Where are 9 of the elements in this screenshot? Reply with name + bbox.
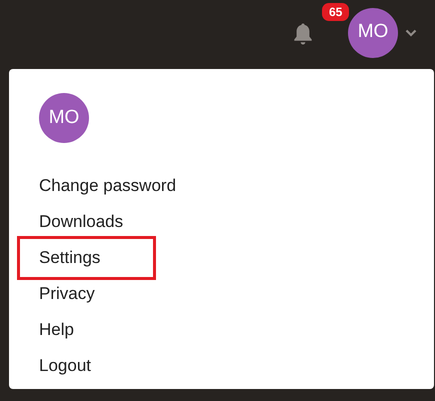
menu-item[interactable]: Change password	[39, 168, 176, 204]
avatar-button[interactable]: MO	[348, 8, 398, 58]
notification-count-badge: 65	[322, 2, 350, 20]
chevron-down-icon[interactable]	[405, 28, 417, 36]
menu-item[interactable]: Help	[39, 312, 74, 348]
menu-item[interactable]: Logout	[39, 348, 91, 384]
menu-avatar: MO	[39, 93, 89, 143]
menu-item[interactable]: Settings	[17, 236, 156, 280]
bell-icon[interactable]	[292, 22, 314, 46]
